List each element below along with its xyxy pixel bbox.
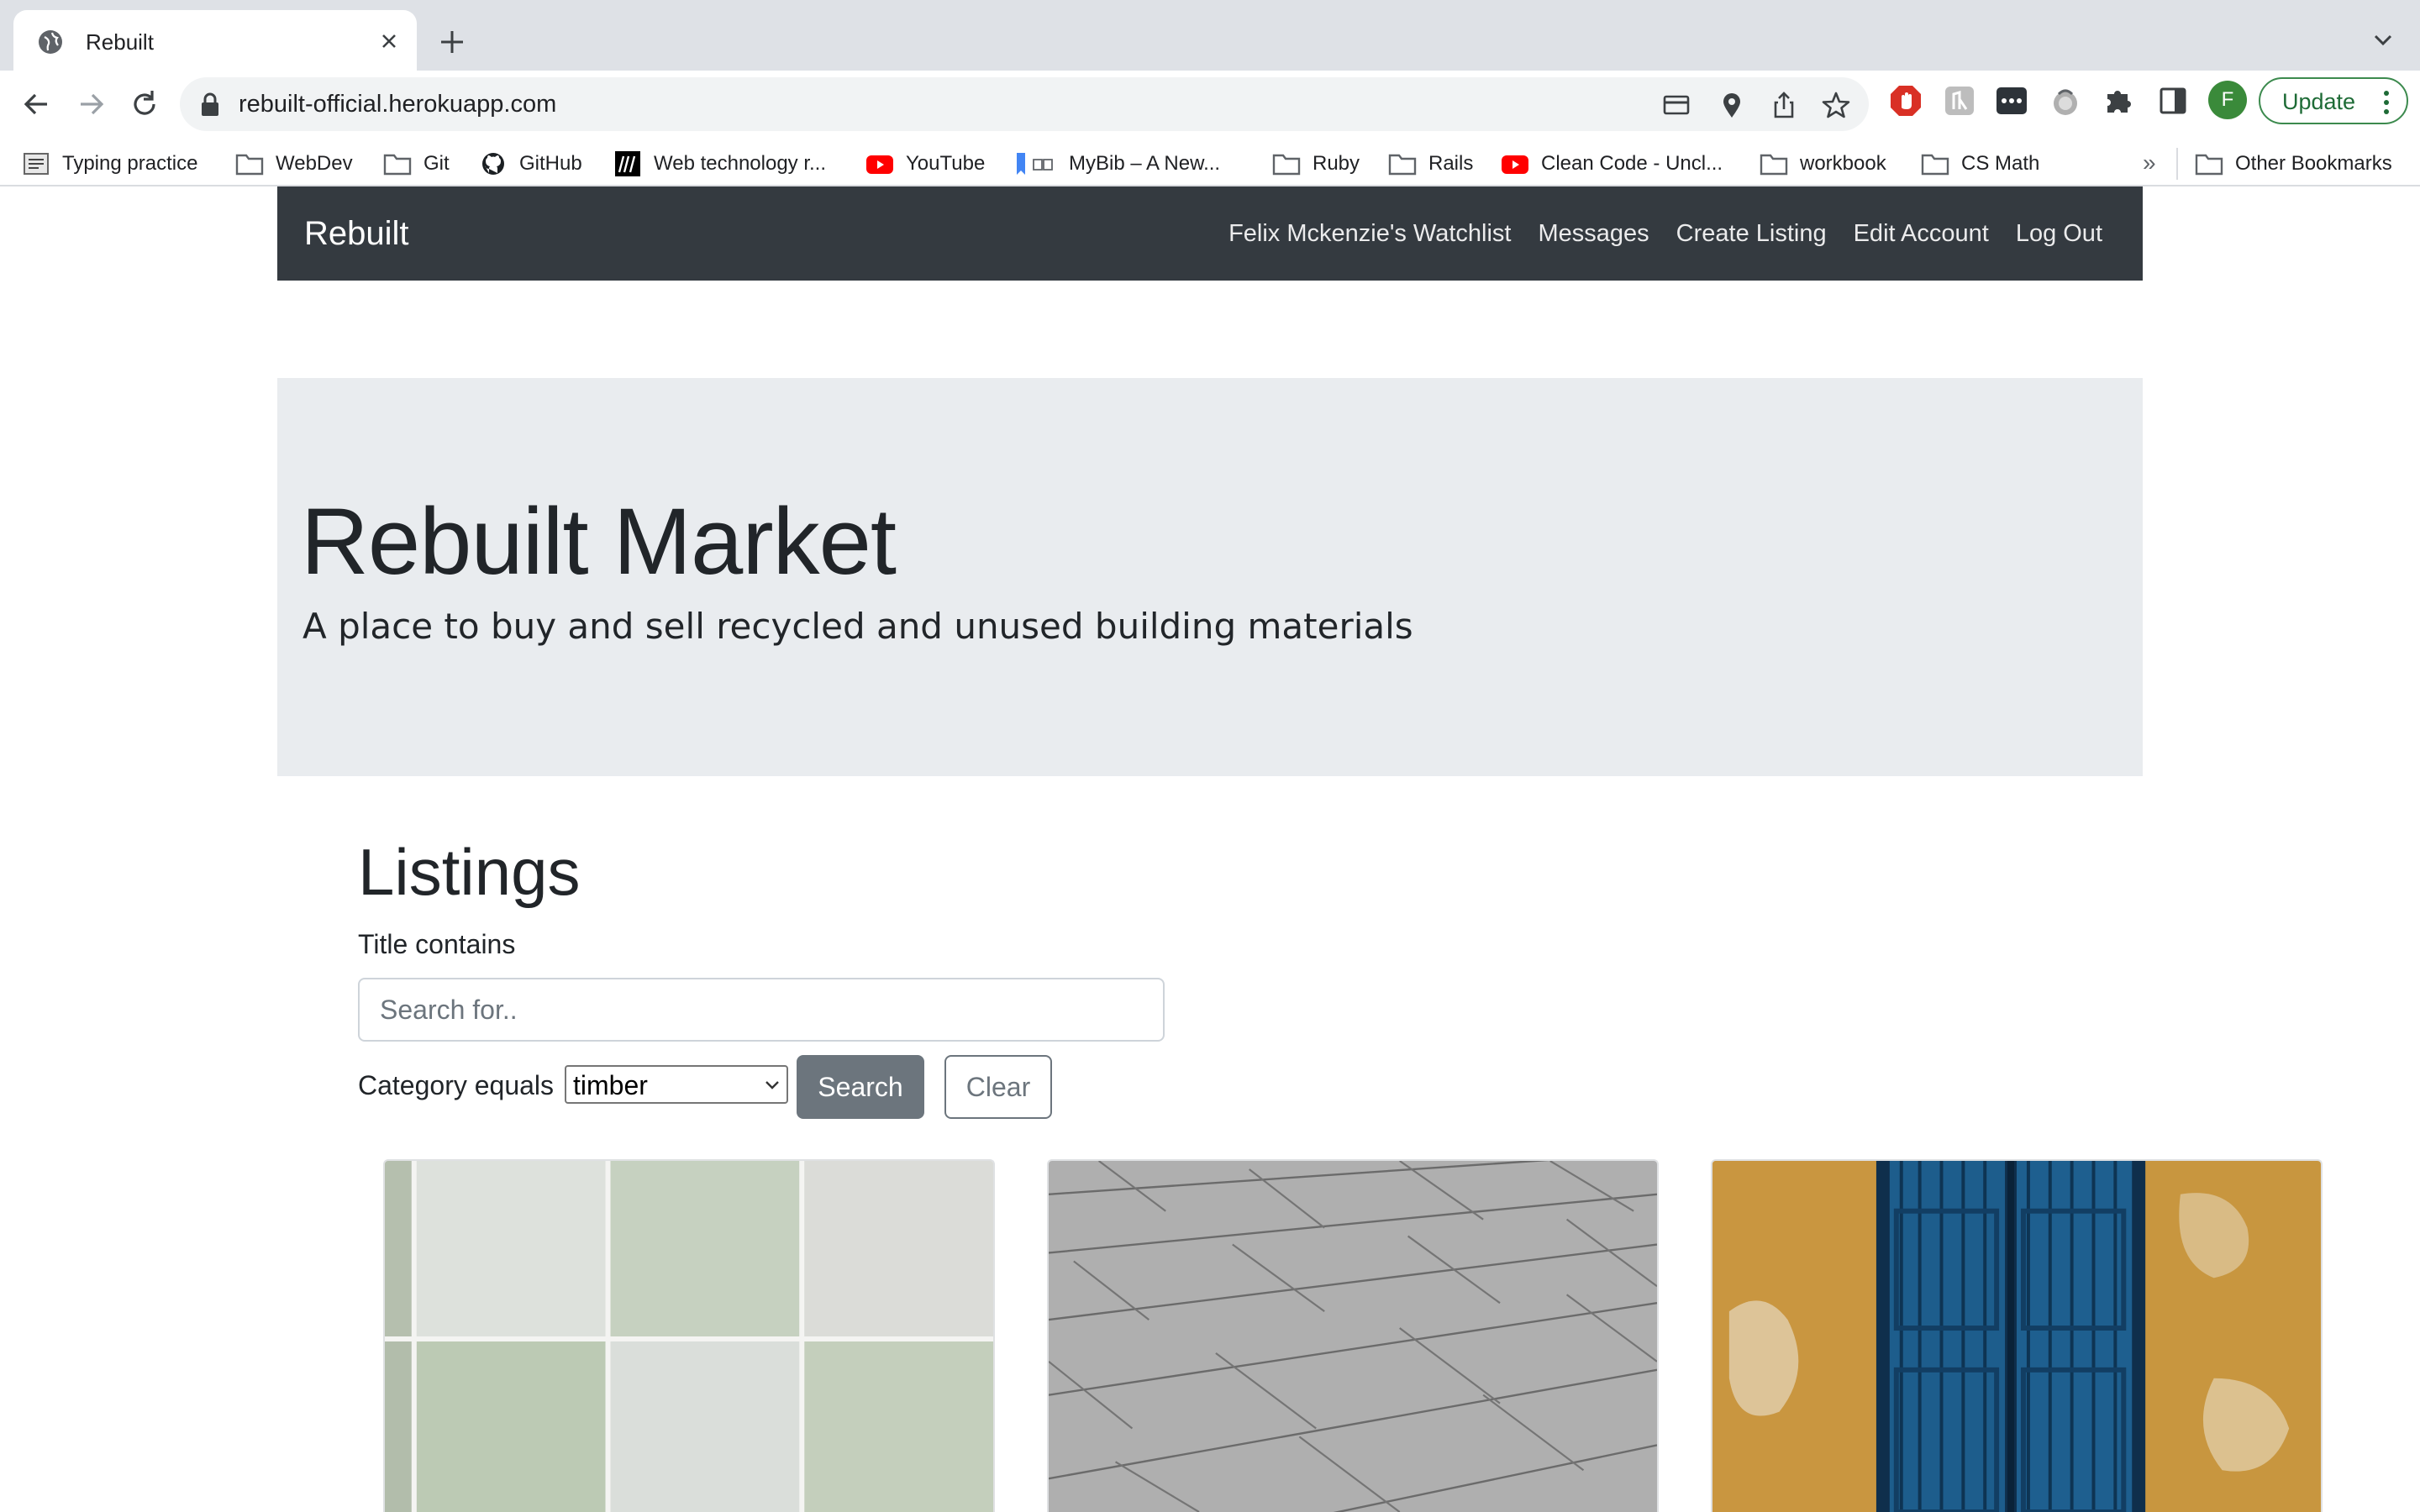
nav-edit-account[interactable]: Edit Account	[1854, 220, 1989, 248]
close-icon[interactable]	[375, 27, 403, 55]
forward-icon[interactable]	[69, 82, 113, 126]
bookmark-item[interactable]: workbook	[1760, 138, 1886, 190]
profile-avatar[interactable]: F	[2208, 81, 2247, 119]
star-icon[interactable]	[1820, 89, 1852, 121]
bookmark-item[interactable]: GitHub	[479, 138, 582, 190]
location-pin-icon[interactable]	[1716, 89, 1748, 121]
mdn-icon	[615, 151, 640, 176]
nav-log-out[interactable]: Log Out	[2016, 220, 2102, 248]
folder-icon	[235, 154, 264, 176]
update-button[interactable]: Update	[2259, 77, 2408, 124]
folder-icon	[1272, 154, 1301, 176]
search-button[interactable]: Search	[797, 1055, 924, 1119]
github-icon	[482, 153, 504, 175]
more-vert-icon	[2384, 91, 2389, 114]
bookmark-label: workbook	[1800, 152, 1886, 175]
listing-card[interactable]	[1047, 1159, 1659, 1512]
adblock-icon[interactable]	[1887, 82, 1924, 119]
brand-link[interactable]: Rebuilt	[304, 212, 409, 255]
bookmark-label: Typing practice	[62, 152, 198, 175]
bookmark-label: Git	[424, 152, 450, 175]
bookmark-label: Rails	[1428, 152, 1474, 175]
listing-image-door[interactable]	[1712, 1161, 2321, 1512]
folder-icon	[2195, 154, 2223, 176]
globe-icon	[39, 30, 62, 54]
nav-create-listing[interactable]: Create Listing	[1676, 220, 1827, 248]
lock-icon[interactable]	[198, 92, 222, 118]
youtube-icon	[1502, 155, 1528, 174]
tab-title: Rebuilt	[86, 29, 154, 55]
bookmark-item[interactable]: WebDev	[235, 138, 353, 190]
other-bookmarks[interactable]: Other Bookmarks	[2195, 138, 2392, 190]
card-icon[interactable]	[1660, 89, 1692, 121]
clear-button[interactable]: Clear	[944, 1055, 1052, 1119]
bookmarks-bar: Typing practice WebDev Git GitHub Web te…	[0, 138, 2420, 190]
bookmark-label: CS Math	[1961, 152, 2040, 175]
search-input[interactable]	[358, 978, 1165, 1042]
reload-icon[interactable]	[123, 82, 166, 126]
bookmark-label: Ruby	[1313, 152, 1360, 175]
listing-image-pavers[interactable]	[1049, 1161, 1657, 1512]
typing-icon	[24, 153, 49, 175]
update-label: Update	[2282, 89, 2356, 114]
folder-icon	[1921, 154, 1949, 176]
address-bar[interactable]: rebuilt-official.herokuapp.com	[180, 77, 1869, 131]
bookmark-item[interactable]: YouTube	[865, 138, 985, 190]
bookmark-label: YouTube	[906, 152, 986, 175]
folder-icon	[1388, 154, 1417, 176]
browser-tab-active[interactable]: Rebuilt	[13, 10, 417, 71]
hero-title: Rebuilt Market	[301, 489, 897, 594]
folder-icon	[1760, 154, 1788, 176]
bookmark-icon	[1017, 153, 1053, 175]
browser-toolbar: rebuilt-official.herokuapp.com F Update …	[0, 71, 2420, 198]
bookmark-item[interactable]: Web technology r...	[613, 138, 826, 190]
bookmark-label: Clean Code - Uncl...	[1541, 152, 1723, 175]
category-filter-label: Category equals	[358, 1070, 555, 1100]
folder-icon	[383, 154, 412, 176]
share-icon[interactable]	[1768, 89, 1800, 121]
hero-jumbotron: Rebuilt Market A place to buy and sell r…	[277, 378, 2143, 776]
category-selected-value: timber	[573, 1070, 648, 1100]
password-manager-icon[interactable]	[1993, 82, 2030, 119]
tab-strip: Rebuilt	[0, 0, 2420, 71]
puzzle-icon[interactable]	[2101, 82, 2138, 119]
other-bookmarks-label: Other Bookmarks	[2235, 152, 2392, 175]
nav-watchlist[interactable]: Felix Mckenzie's Watchlist	[1228, 220, 1511, 248]
bookmark-label: GitHub	[519, 152, 582, 175]
chevron-down-icon[interactable]	[2368, 25, 2398, 55]
url-text: rebuilt-official.herokuapp.com	[239, 91, 557, 118]
bookmark-label: WebDev	[276, 152, 353, 175]
listing-card[interactable]	[1711, 1159, 2323, 1512]
side-panel-icon[interactable]	[2154, 82, 2191, 119]
bookmarks-divider	[2176, 148, 2178, 180]
listing-card[interactable]	[383, 1159, 995, 1512]
back-icon[interactable]	[15, 82, 59, 126]
extension-grey-icon[interactable]	[1941, 82, 1978, 119]
title-filter-label: Title contains	[358, 929, 516, 959]
bookmark-label: MyBib – A New...	[1069, 152, 1221, 175]
site-navbar: Rebuilt Felix Mckenzie's Watchlist Messa…	[277, 186, 2143, 281]
chevron-down-icon	[765, 1081, 779, 1089]
bookmark-item[interactable]: Git	[383, 138, 450, 190]
listings-heading: Listings	[358, 835, 581, 909]
bookmark-item[interactable]: Rails	[1388, 138, 1473, 190]
category-select[interactable]: timber	[565, 1065, 788, 1104]
bookmark-item[interactable]: CS Math	[1921, 138, 2039, 190]
bookmark-item[interactable]: Typing practice	[22, 138, 197, 190]
nav-links: Felix Mckenzie's Watchlist Messages Crea…	[1228, 186, 2102, 281]
nav-messages[interactable]: Messages	[1538, 220, 1649, 248]
bookmark-item[interactable]: Clean Code - Uncl...	[1501, 138, 1723, 190]
bookmark-item[interactable]: Ruby	[1272, 138, 1360, 190]
hero-subtitle: A place to buy and sell recycled and unu…	[302, 606, 1413, 647]
new-tab-icon[interactable]	[434, 24, 471, 60]
bookmark-item[interactable]: MyBib – A New...	[1015, 138, 1220, 190]
bookmarks-overflow-button[interactable]: »	[2143, 150, 2156, 176]
tomato-timer-icon[interactable]	[2047, 82, 2084, 119]
youtube-icon	[866, 155, 893, 174]
listing-image-tiles[interactable]	[385, 1161, 993, 1512]
bookmark-label: Web technology r...	[654, 152, 827, 175]
